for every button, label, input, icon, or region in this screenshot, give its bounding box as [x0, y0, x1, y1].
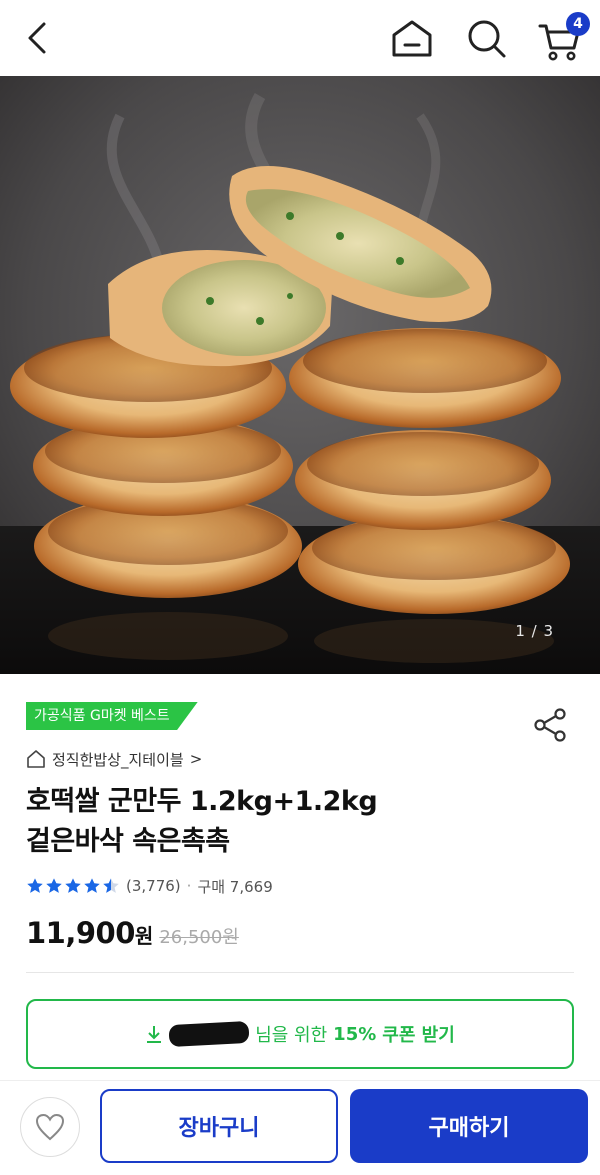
sale-price: 11,900 [26, 916, 135, 950]
star-icon [46, 878, 62, 893]
wishlist-button[interactable] [20, 1097, 80, 1157]
add-to-cart-label: 장바구니 [178, 1116, 260, 1141]
product-title-line1: 호떡쌀 군만두 1.2kg+1.2kg [26, 786, 378, 817]
coupon-suffix: 님을 위한 [255, 1025, 328, 1046]
review-count: (3,776) [126, 877, 181, 895]
purchase-count: 구매 7,669 [197, 877, 273, 896]
share-icon [534, 708, 566, 742]
rating-stars [26, 877, 120, 895]
original-price: 26,500원 [159, 927, 239, 948]
product-photo [0, 76, 600, 674]
heart-icon [35, 1113, 65, 1141]
star-icon [84, 878, 100, 893]
coupon-discount: 15% [333, 1023, 377, 1045]
search-button[interactable] [466, 18, 508, 60]
coupon-button[interactable]: 님을 위한 15% 쿠폰 받기 [26, 999, 574, 1069]
chevron-right-icon: > [189, 750, 203, 768]
half-star-icon [103, 878, 119, 893]
product-image-gallery[interactable]: 1 / 3 [0, 76, 600, 674]
download-icon [147, 1026, 162, 1043]
bottom-action-bar: 장바구니 구매하기 [0, 1080, 600, 1175]
cart-count-badge: 4 [566, 12, 590, 36]
price-row: 11,900 원 26,500원 [26, 916, 239, 960]
back-button[interactable] [22, 20, 54, 56]
divider [26, 972, 574, 973]
share-button[interactable] [532, 707, 568, 743]
buy-now-button[interactable]: 구매하기 [350, 1089, 588, 1163]
home-icon [392, 20, 432, 57]
best-badge: 가공식품 G마켓 베스트 [26, 702, 198, 730]
coupon-action: 쿠폰 받기 [382, 1025, 455, 1046]
home-button[interactable] [390, 18, 434, 58]
separator-dot: · [186, 877, 192, 895]
gallery-counter: 1 / 3 [515, 622, 554, 640]
rating-row[interactable]: (3,776) · 구매 7,669 [26, 874, 273, 898]
top-bar: 4 [0, 0, 600, 76]
cart-button[interactable]: 4 [538, 12, 590, 64]
store-link[interactable]: 정직한밥상_지테이블 > [26, 746, 202, 772]
product-title-line2: 겉은바삭 속은촉촉 [26, 826, 230, 857]
store-name: 정직한밥상_지테이블 [52, 750, 184, 769]
store-home-icon [27, 750, 45, 768]
product-title: 호떡쌀 군만두 1.2kg+1.2kg 겉은바삭 속은촉촉 [26, 782, 566, 862]
back-icon [28, 22, 46, 54]
search-icon [468, 20, 506, 58]
star-icon [27, 878, 43, 893]
sale-price-unit: 원 [134, 924, 154, 948]
star-icon [65, 878, 81, 893]
buy-now-label: 구매하기 [428, 1116, 510, 1141]
add-to-cart-button[interactable]: 장바구니 [100, 1089, 338, 1163]
masked-username [168, 1020, 250, 1048]
